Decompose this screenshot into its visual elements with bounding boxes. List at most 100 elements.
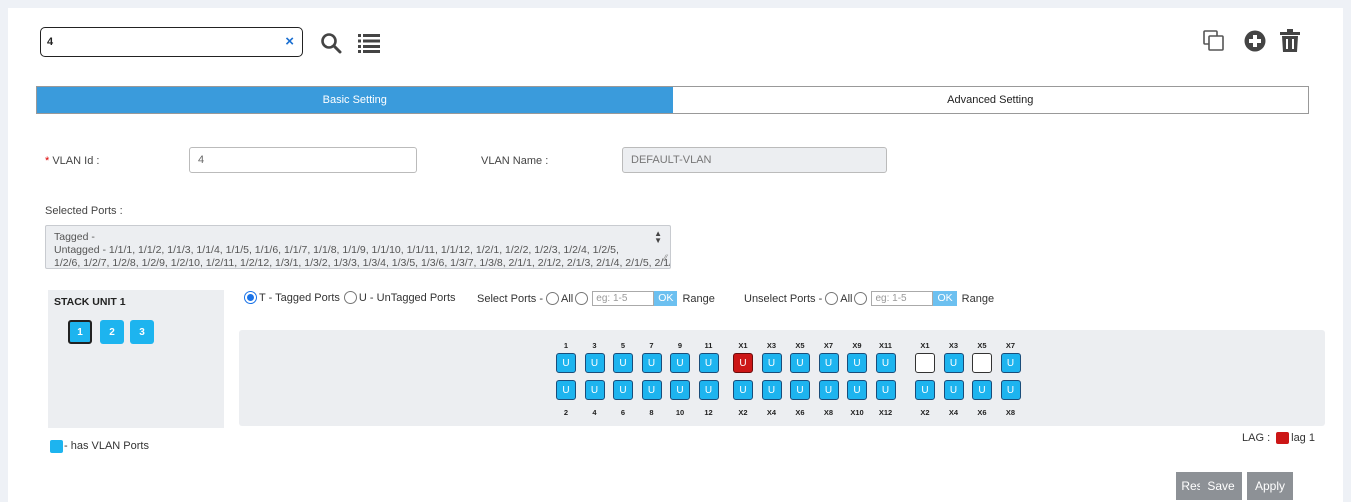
port-label: 8 [649, 408, 654, 417]
tab-basic-setting[interactable]: Basic Setting [37, 87, 673, 113]
port-label: 3 [592, 341, 597, 350]
port-label: X7 [823, 341, 834, 350]
port-module3-x5[interactable] [972, 353, 992, 373]
port-module3-x3[interactable]: U [943, 353, 964, 373]
select-ports-label: Select Ports - [477, 292, 544, 305]
port-module2-x11[interactable]: U [875, 353, 896, 373]
stack-unit-button-1[interactable]: 1 [68, 320, 92, 344]
selected-ports-textarea[interactable]: Tagged - Untagged - 1/1/1, 1/1/2, 1/1/3,… [45, 225, 671, 269]
port-module2-x8[interactable]: U [818, 380, 839, 400]
stack-unit-button-3[interactable]: 3 [130, 320, 154, 344]
port-module2-x2[interactable]: U [733, 380, 753, 400]
vlan-name-label: VLAN Name : [481, 155, 549, 167]
port-module1-11[interactable]: U [698, 353, 719, 373]
port-module1-10[interactable]: U [670, 380, 690, 400]
port-label: X3 [766, 341, 777, 350]
port-module1-7[interactable]: U [641, 353, 662, 373]
port-module1-12[interactable]: U [698, 380, 719, 400]
port-label: X4 [948, 408, 959, 417]
port-module1-2[interactable]: U [556, 380, 576, 400]
port-panel: 1 U 3 U 5 U 7 U 9 U 11 U 2 U 4 U 6 U 8 U 10 U 12 U X1 U X3 U X5 U X7 U X… [239, 330, 1325, 426]
port-label: X1 [920, 341, 930, 350]
port-module1-4[interactable]: U [584, 380, 605, 400]
port-label: X11 [879, 341, 892, 350]
port-module3-x7[interactable]: U [1000, 353, 1021, 373]
stack-unit-button-2[interactable]: 2 [100, 320, 124, 344]
port-label: X7 [1005, 341, 1016, 350]
search-icon[interactable] [320, 32, 342, 54]
untagged-radio-label: U - UnTagged Ports [358, 291, 456, 304]
scroll-arrows-icon[interactable]: ▲ ▼ [654, 230, 662, 245]
add-icon[interactable] [1244, 30, 1266, 52]
save-button[interactable]: Save [1200, 472, 1242, 500]
resize-grip-icon[interactable]: ⁄⁄ [664, 252, 667, 265]
port-module2-x7[interactable]: U [818, 353, 839, 373]
port-label: X6 [795, 408, 805, 417]
unselect-all-label: All [840, 292, 853, 305]
port-module1-1[interactable]: U [556, 353, 576, 373]
unselect-range-radio[interactable] [854, 292, 868, 305]
port-label: X2 [738, 408, 748, 417]
port-label: X5 [795, 341, 805, 350]
select-range-input[interactable]: eg: 1-5 [592, 291, 655, 306]
port-module1-3[interactable]: U [584, 353, 605, 373]
apply-button[interactable]: Apply [1247, 472, 1293, 500]
select-all-label: All [561, 292, 574, 305]
port-label: 7 [649, 341, 654, 350]
copy-icon[interactable] [1203, 30, 1225, 52]
port-label: X4 [766, 408, 777, 417]
select-all-radio[interactable] [546, 292, 560, 305]
port-module2-x9[interactable]: U [847, 353, 867, 373]
tagged-line: Tagged - [54, 231, 95, 243]
port-module2-x4[interactable]: U [761, 380, 782, 400]
select-ports-options: Select Ports - All eg: 1-5 OK Range [477, 291, 715, 306]
stack-unit-title: STACK UNIT 1 [54, 296, 126, 308]
port-label: X3 [948, 341, 959, 350]
port-module3-x8[interactable]: U [1000, 380, 1021, 400]
port-module3-x1[interactable] [915, 353, 935, 373]
unselect-range-label: Range [961, 292, 995, 305]
unselect-ports-options: Unselect Ports - All eg: 1-5 OK Range [744, 291, 994, 306]
search-input[interactable] [47, 33, 267, 51]
port-label: 12 [704, 408, 713, 417]
port-module1-8[interactable]: U [641, 380, 662, 400]
port-label: 9 [677, 341, 683, 350]
delete-icon[interactable] [1280, 29, 1300, 52]
port-module2-x12[interactable]: U [875, 380, 896, 400]
port-module2-x3[interactable]: U [761, 353, 782, 373]
unselect-range-input[interactable]: eg: 1-5 [871, 291, 934, 306]
unselect-ok-button[interactable]: OK [933, 291, 957, 306]
port-label: X8 [823, 408, 834, 417]
port-label: X5 [977, 341, 987, 350]
settings-tabs: Basic Setting Advanced Setting [36, 86, 1309, 114]
unselect-all-radio[interactable] [825, 292, 839, 305]
clear-search-icon[interactable]: × [285, 32, 294, 52]
port-module1-5[interactable]: U [613, 353, 633, 373]
tagged-radio[interactable] [244, 291, 257, 304]
port-module1-6[interactable]: U [613, 380, 633, 400]
list-icon[interactable] [358, 33, 380, 53]
port-module1-9[interactable]: U [670, 353, 690, 373]
port-label: X6 [977, 408, 987, 417]
select-ok-button[interactable]: OK [654, 291, 678, 306]
unselect-ports-label: Unselect Ports - [744, 292, 823, 305]
untagged-radio[interactable] [343, 291, 357, 304]
lag-legend: LAG : lag 1 [1242, 432, 1315, 444]
port-module2-x1[interactable]: U [733, 353, 753, 373]
tab-advanced-setting[interactable]: Advanced Setting [672, 87, 1308, 113]
port-label: X8 [1005, 408, 1016, 417]
port-label: 2 [563, 408, 569, 417]
vlan-id-label: * VLAN Id : [45, 155, 99, 167]
port-module2-x10[interactable]: U [847, 380, 867, 400]
port-module2-x5[interactable]: U [790, 353, 810, 373]
port-module3-x2[interactable]: U [915, 380, 935, 400]
port-module2-x6[interactable]: U [790, 380, 810, 400]
select-range-radio[interactable] [575, 292, 589, 305]
port-module3-x4[interactable]: U [943, 380, 964, 400]
vlan-name-field: DEFAULT-VLAN [622, 147, 887, 173]
vlan-id-field[interactable]: 4 [189, 147, 417, 173]
port-label: X12 [878, 408, 893, 417]
port-label: X10 [850, 408, 864, 417]
port-module3-x6[interactable]: U [972, 380, 992, 400]
vlan-ports-swatch [50, 440, 63, 453]
